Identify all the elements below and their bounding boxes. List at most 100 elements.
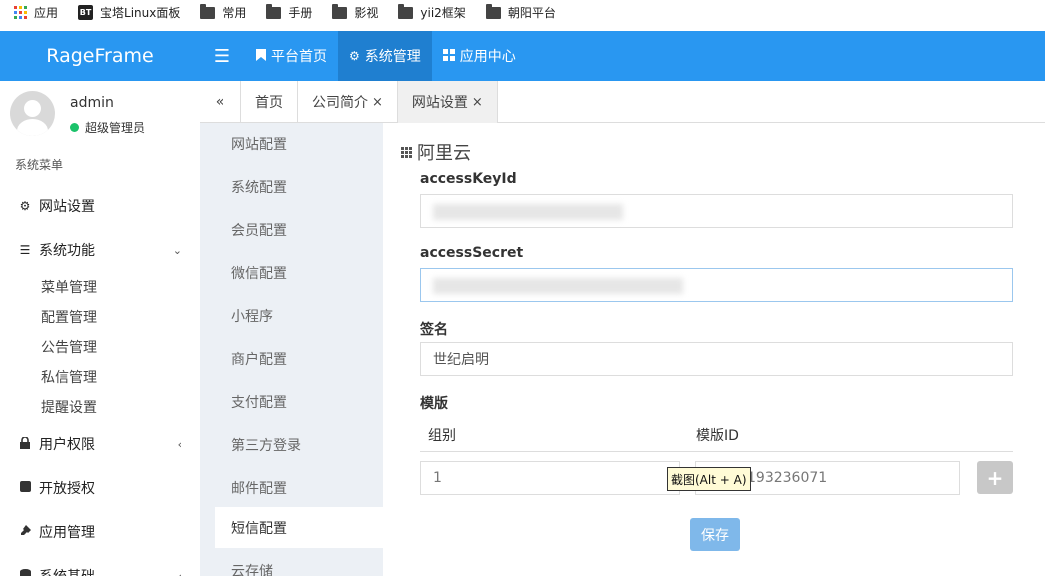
grid-icon (442, 48, 455, 64)
user-name: admin (70, 95, 114, 111)
sidebar-subitem-message-manage[interactable]: 私信管理 (41, 362, 200, 392)
folder-icon (485, 4, 501, 19)
square-icon (18, 481, 32, 495)
sign-label: 签名 (420, 322, 448, 338)
sidebar-item-system-functions[interactable]: ☰ 系统功能 ⌄ (0, 228, 200, 272)
sidebar-item-system-basics[interactable]: 系统基础 ‹ (0, 554, 200, 576)
top-header: RageFrame ☰ 平台首页 ⚙ 系统管理 应用中心 (0, 31, 1045, 81)
submenu-wechat-config[interactable]: 微信配置 (215, 252, 383, 293)
screenshot-tooltip: 截图(Alt + A) (667, 467, 751, 491)
page-title: 阿里云 (417, 143, 471, 164)
gear-icon: ⚙ (19, 199, 31, 213)
sidebar-item-label: 开放授权 (39, 481, 95, 497)
sidebar-subitem-notice-manage[interactable]: 公告管理 (41, 332, 200, 362)
column-header-template-id: 模版ID (696, 428, 739, 444)
bookmarks-bar: 应用 BT 宝塔Linux面板 常用 手册 影视 yii2框架 朝阳平台 (0, 0, 1045, 24)
bookmark-label: 应用 (34, 5, 59, 20)
bookmark-folder-manual[interactable]: 手册 (266, 4, 312, 21)
table-header-divider (420, 451, 1013, 452)
bookmark-apps[interactable]: 应用 (14, 4, 58, 21)
sidebar-item-label: 应用管理 (39, 525, 95, 541)
template-id-value: _193236071 (740, 470, 828, 486)
tab-label: 首页 (255, 95, 283, 111)
cogs-icon: ⚙ (349, 49, 360, 63)
access-secret-input[interactable] (420, 268, 1013, 302)
sidebar-item-app-manage[interactable]: 应用管理 (0, 510, 200, 554)
nav-system-manage[interactable]: ⚙ 系统管理 (338, 31, 432, 81)
bookmark-folder-video[interactable]: 影视 (332, 4, 378, 21)
folder-icon (200, 4, 216, 19)
save-button[interactable]: 保存 (690, 518, 740, 551)
nav-label: 平台首页 (271, 49, 327, 65)
bookmark-label: 朝阳平台 (507, 5, 556, 20)
sidebar-menu: ⚙ 网站设置 ☰ 系统功能 ⌄ 菜单管理 配置管理 公告管理 私信管理 提醒设置… (0, 184, 200, 576)
page-tabs: « 首页 公司简介 × 网站设置 × (200, 81, 1045, 123)
sidebar-item-open-auth[interactable]: 开放授权 (0, 466, 200, 510)
sidebar-subitem-reminder-settings[interactable]: 提醒设置 (41, 392, 200, 422)
submenu-merchant-config[interactable]: 商户配置 (215, 338, 383, 379)
chevron-left-icon: ‹ (177, 569, 182, 576)
settings-submenu: 网站配置 系统配置 会员配置 微信配置 小程序 商户配置 支付配置 第三方登录 … (200, 123, 383, 576)
tab-site-settings[interactable]: 网站设置 × (397, 81, 498, 123)
lock-icon (18, 435, 32, 452)
grid-icon (401, 146, 412, 158)
bookmark-label: 手册 (288, 5, 313, 20)
sidebar-item-label: 用户权限 (39, 437, 95, 453)
bookmark-folder-chaoyang[interactable]: 朝阳平台 (485, 4, 556, 21)
tab-label: 网站设置 (411, 95, 468, 111)
bookmark-folder-common[interactable]: 常用 (200, 4, 246, 21)
access-key-input[interactable] (420, 194, 1013, 228)
bookmark-folder-yii2[interactable]: yii2框架 (398, 4, 466, 21)
submenu-sms-config[interactable]: 短信配置 (215, 507, 383, 548)
nav-label: 系统管理 (364, 49, 421, 65)
submenu-payment-config[interactable]: 支付配置 (215, 381, 383, 422)
sidebar-toggle-icon[interactable]: ☰ (210, 31, 234, 81)
submenu-third-party-login[interactable]: 第三方登录 (215, 424, 383, 465)
chevron-left-icon: ‹ (177, 437, 182, 451)
folder-icon (266, 4, 282, 19)
add-row-button[interactable]: + (977, 461, 1013, 494)
tabs-scroll-left-icon[interactable]: « (200, 81, 241, 123)
bt-icon: BT (78, 4, 94, 20)
sms-config-form: 阿里云 accessKeyId accessSecret 签名 世纪启明 模版 … (383, 123, 1045, 576)
tab-home[interactable]: 首页 (241, 81, 298, 123)
access-key-label: accessKeyId (420, 171, 517, 187)
bookmark-label: 影视 (354, 5, 379, 20)
tab-label: 公司简介 (312, 95, 368, 111)
submenu-cloud-storage[interactable]: 云存储 (215, 550, 383, 576)
sidebar-submenu: 菜单管理 配置管理 公告管理 私信管理 提醒设置 (0, 272, 200, 422)
sidebar-subitem-menu-manage[interactable]: 菜单管理 (41, 272, 200, 302)
sidebar-subitem-config-manage[interactable]: 配置管理 (41, 302, 200, 332)
redacted-value (433, 278, 683, 294)
folder-icon (332, 4, 348, 19)
sidebar-item-label: 系统基础 (39, 566, 95, 576)
user-role: 超级管理员 (70, 119, 145, 136)
bookmark-bt-panel[interactable]: BT 宝塔Linux面板 (78, 4, 180, 21)
submenu-mail-config[interactable]: 邮件配置 (215, 467, 383, 508)
submenu-mini-program[interactable]: 小程序 (215, 295, 383, 336)
sign-input[interactable]: 世纪启明 (420, 342, 1013, 376)
submenu-member-config[interactable]: 会员配置 (215, 209, 383, 250)
close-icon[interactable]: × (472, 95, 483, 110)
nav-platform-home[interactable]: 平台首页 (245, 31, 338, 81)
close-icon[interactable]: × (372, 95, 383, 110)
group-input[interactable]: 1 (420, 461, 680, 495)
nav-app-center[interactable]: 应用中心 (432, 31, 527, 81)
plug-icon (18, 524, 32, 540)
user-panel: admin 超级管理员 (10, 91, 200, 139)
user-role-label: 超级管理员 (85, 121, 146, 135)
submenu-system-config[interactable]: 系统配置 (215, 166, 383, 207)
nav-label: 应用中心 (459, 49, 516, 65)
tab-company-profile[interactable]: 公司简介 × (298, 81, 398, 123)
avatar (10, 91, 55, 136)
redacted-value (433, 204, 623, 220)
access-secret-label: accessSecret (420, 245, 524, 261)
app-logo[interactable]: RageFrame (0, 31, 200, 81)
group-value: 1 (433, 470, 442, 486)
sidebar-item-site-settings[interactable]: ⚙ 网站设置 (0, 184, 200, 228)
submenu-site-config[interactable]: 网站配置 (215, 123, 383, 164)
bookmark-label: 常用 (222, 5, 247, 20)
list-icon: ☰ (19, 243, 31, 257)
sidebar-item-user-permissions[interactable]: 用户权限 ‹ (0, 422, 200, 466)
top-nav: 平台首页 ⚙ 系统管理 应用中心 (245, 31, 527, 81)
